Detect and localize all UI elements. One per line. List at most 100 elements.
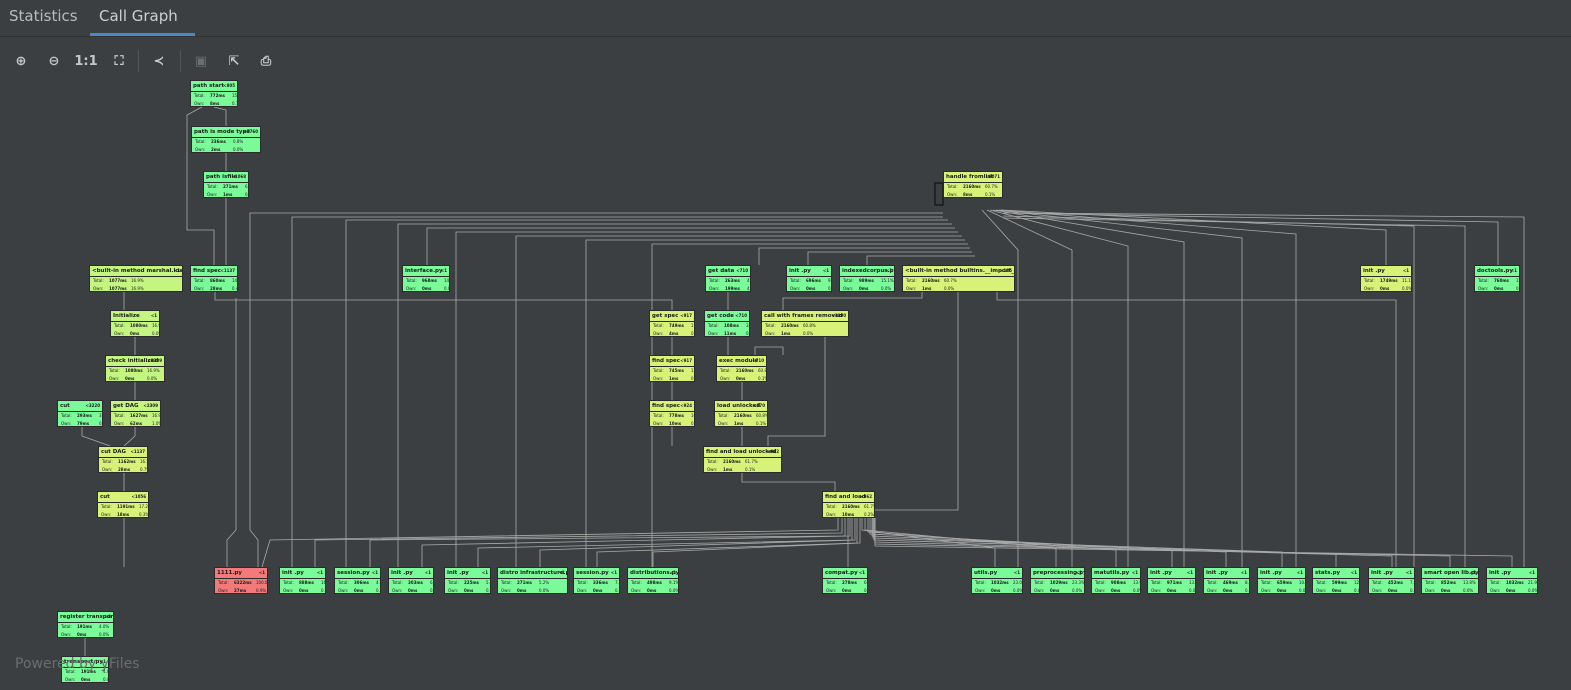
node-function-name: init .py <1 xyxy=(1204,568,1249,579)
graph-node[interactable]: find and load unlocked <962 Total: 2160ms 61… xyxy=(703,446,782,473)
call-edge xyxy=(226,298,237,567)
graph-node[interactable]: register transport <8 Total: 191ms 4.0% Own: 0… xyxy=(57,611,114,638)
graph-node[interactable]: get DAG <2309 Total:1627ms16.9% Own:62ms1.0… xyxy=(110,400,161,427)
node-total-time: Total:1749ms11.1% xyxy=(1364,278,1411,283)
graph-node[interactable]: distro infrastructure.py <1 Total: 271ms 5.2… xyxy=(497,567,568,594)
graph-node[interactable]: interface.py<1Total:968ms14.8%Own:0ms0.0… xyxy=(402,265,450,292)
node-title: <built-in method builtins.__import__> xyxy=(905,268,1015,274)
graph-node[interactable]: load unlocked <870 Total: 2160ms 60.8% Own: 1m… xyxy=(714,400,768,427)
node-total-time: Total:225ms5.6% xyxy=(448,580,490,585)
node-title: distro infrastructure.py xyxy=(500,570,568,576)
graph-node[interactable]: init .py <1 Total:303ms6.2% Own:0ms0.0% xyxy=(388,567,434,594)
graph-node[interactable]: <built-in method builtins.__import__> <18… xyxy=(902,265,1015,292)
node-function-name: init .py <1 xyxy=(1487,568,1537,579)
graph-node[interactable]: utils.py <1 Total:1032ms23.0% Own:0ms0.0% xyxy=(971,567,1023,594)
node-total-time: Total:278ms6.0% xyxy=(826,580,868,585)
node-call-count: <1 xyxy=(1131,570,1138,575)
graph-node[interactable]: matutils.py<1Total:908ms13.9%Own:0ms0.0% xyxy=(1091,567,1141,594)
graph-node[interactable]: stats.py <1 Total:599ms12.7% Own:0ms0.0% xyxy=(1312,567,1360,594)
node-call-count: <1 xyxy=(481,570,488,575)
node-own-time: Own: 1ms 0.1% xyxy=(707,467,756,472)
graph-node[interactable]: smart open lib.py <1 Total: 852ms 13.8% Own: 0… xyxy=(1421,567,1479,594)
node-call-count: <1 xyxy=(1240,570,1247,575)
graph-node[interactable]: find spec<917Total:745ms17.6%Own:1ms0.0% xyxy=(649,355,695,382)
node-function-name: init .py <1 xyxy=(1258,568,1305,579)
call-edge xyxy=(426,227,955,265)
graph-node[interactable]: session.py<1Total:336ms7.7%Own:0ms0.0% xyxy=(573,567,620,594)
node-call-count: <710 xyxy=(752,358,764,363)
node-function-name: find spec <917 xyxy=(650,356,694,367)
graph-node[interactable]: cut DAG<1137Total:1162ms16.5%Own:28ms0.7… xyxy=(98,446,148,473)
node-own-time: Own:1ms0.0% xyxy=(765,331,814,336)
graph-node[interactable]: doctools.py<1Total:760ms1.1%Own:0ms0.0% xyxy=(1474,265,1520,292)
graph-node[interactable]: 1111.py <1 Total:6322ms100.0% Own:27ms0.9% xyxy=(214,567,268,594)
node-function-name: smart open lib.py <1 xyxy=(1422,568,1478,579)
node-function-name: compat.py <1 xyxy=(823,568,867,579)
node-title: doctools.py xyxy=(1477,268,1513,274)
node-title: find and load unlocked xyxy=(706,449,777,455)
call-edge xyxy=(314,518,843,567)
graph-node[interactable]: preprocessing.py <1 Total: 1029ms 23.3% Own: 0… xyxy=(1030,567,1085,594)
node-call-count: <1 xyxy=(1405,570,1412,575)
node-call-count: <8 xyxy=(104,614,111,619)
graph-node[interactable]: get spec<917Total:749ms17.7%Own:4ms0.1% xyxy=(649,310,695,337)
graph-node[interactable]: compat.py<1Total:278ms6.0%Own:0ms0.0% xyxy=(822,567,868,594)
node-total-time: Total:1627ms16.9% xyxy=(114,413,161,418)
node-title: get DAG xyxy=(113,403,139,409)
node-function-name: exec module <710 xyxy=(717,356,766,367)
node-function-name: init .py <1 xyxy=(1148,568,1195,579)
graph-node[interactable]: cut <3220 Total:293ms3.7% Own:79ms0.1% xyxy=(57,400,103,427)
node-total-time: Total: 2160ms 60.7% xyxy=(906,278,957,283)
graph-node[interactable]: handle fromlist <8071 Total: 2160ms 60.7% Own… xyxy=(943,171,1003,198)
graph-node[interactable]: path start<805Total:772ms15.8%Own:8ms0.1… xyxy=(190,80,238,107)
node-function-name: 1111.py <1 xyxy=(215,568,267,579)
graph-node[interactable]: init .py <1 Total:696ms9.7% Own:0ms0.0% xyxy=(786,265,832,292)
graph-node[interactable]: init .py <1 Total:1749ms11.1% Own:0ms0.0% xyxy=(1360,265,1412,292)
graph-node[interactable]: init .py <1 Total:452ms7.7% Own:0ms0.0% xyxy=(1368,567,1415,594)
node-total-time: Total:860ms14.7% xyxy=(194,278,238,283)
graph-node[interactable]: get code<710Total:108ms3.5%Own:11ms0.3% xyxy=(704,310,750,337)
graph-node[interactable]: Initialize <1 Total:1080ms16.9% Own:0ms0.0% xyxy=(110,310,160,337)
node-own-time: Own:0ms0.0% xyxy=(109,376,158,381)
call-edge xyxy=(871,518,1227,567)
graph-node[interactable]: get data<710Total:263ms4.6%Own:199ms4.6% xyxy=(705,265,751,292)
graph-node[interactable]: init .py <1 Total:469ms8.7% Own:0ms0.0% xyxy=(1203,567,1250,594)
graph-node[interactable]: exec module<710Total:2160ms60.8% Own:0ms0… xyxy=(716,355,767,382)
node-total-time: Total:1080ms16.9% xyxy=(109,368,160,373)
node-own-time: Own:0ms0.0% xyxy=(975,588,1023,593)
node-own-time: Own:0ms0.0% xyxy=(790,286,832,291)
graph-node[interactable]: init .py <1 Total:888ms16.2% Own:0ms0.0% xyxy=(279,567,326,594)
node-call-count: <1 xyxy=(258,570,265,575)
graph-node[interactable]: check initialized <2309 Total: 1080ms 16.9% O… xyxy=(105,355,165,382)
graph-node[interactable]: path isfile<1068Total:271ms6.1% Own:1ms0.… xyxy=(203,171,249,198)
node-function-name: init .py <1 xyxy=(280,568,325,579)
node-function-name: init .py <1 xyxy=(445,568,490,579)
graph-node[interactable]: session.py<1Total:306ms4.6%Own:0ms0.0% xyxy=(334,567,381,594)
node-function-name: find spec <924 xyxy=(650,401,694,412)
node-call-count: <1 xyxy=(1013,570,1020,575)
graph-node[interactable]: init .py <1 Total:1032ms21.9% Own:0ms0.0% xyxy=(1486,567,1538,594)
call-edge xyxy=(1000,209,1387,265)
node-title: get spec xyxy=(652,313,679,319)
graph-node[interactable]: init .py <1 Total:659ms10.7% Own:0ms0.0% xyxy=(1257,567,1306,594)
graph-node[interactable]: indexedcorpus.py <1 Total: 989ms 15.1% Own: 0m… xyxy=(839,265,895,292)
node-call-count: <710 xyxy=(735,313,747,318)
node-own-time: Own:0ms0.0% xyxy=(61,632,110,637)
graph-node[interactable]: find spec<1137Total:860ms14.7%Own:28ms0.… xyxy=(190,265,238,292)
graph-node[interactable]: find and load<962Total:2160ms61.7% Own:10… xyxy=(822,491,875,518)
graph-node[interactable]: path is mode type <7760 Total: 236ms 0.8% Own… xyxy=(191,126,261,153)
node-function-name: distro infrastructure.py <1 xyxy=(498,568,567,579)
graph-node[interactable]: cut <1056 Total:1191ms17.2% Own:18ms0.3% xyxy=(97,491,149,518)
node-total-time: Total:659ms10.7% xyxy=(1261,580,1305,585)
node-call-count: <1 xyxy=(150,313,157,318)
graph-node[interactable]: init .py <1 Total:225ms5.6% Own:0ms0.0% xyxy=(444,567,491,594)
graph-node[interactable]: distributions.py <1 Total: 498ms 9.1% Own: 0ms… xyxy=(627,567,679,594)
node-total-time: Total:1162ms16.5% xyxy=(102,459,147,464)
graph-node[interactable]: call with frames removed <1190 Total: 2160m… xyxy=(761,310,849,337)
graph-node[interactable]: init .py <1 Total:971ms13.3% Own:0ms0.0% xyxy=(1147,567,1196,594)
graph-node[interactable]: find spec<924Total:778ms16.7%Own:10ms0.2… xyxy=(649,400,695,427)
node-function-name: find and load <962 xyxy=(823,492,874,503)
graph-node[interactable]: <built-in method marshal.loads><1Total:1… xyxy=(89,265,183,292)
node-own-time: Own:1ms0.0% xyxy=(906,286,955,291)
node-title: find spec xyxy=(193,268,222,274)
